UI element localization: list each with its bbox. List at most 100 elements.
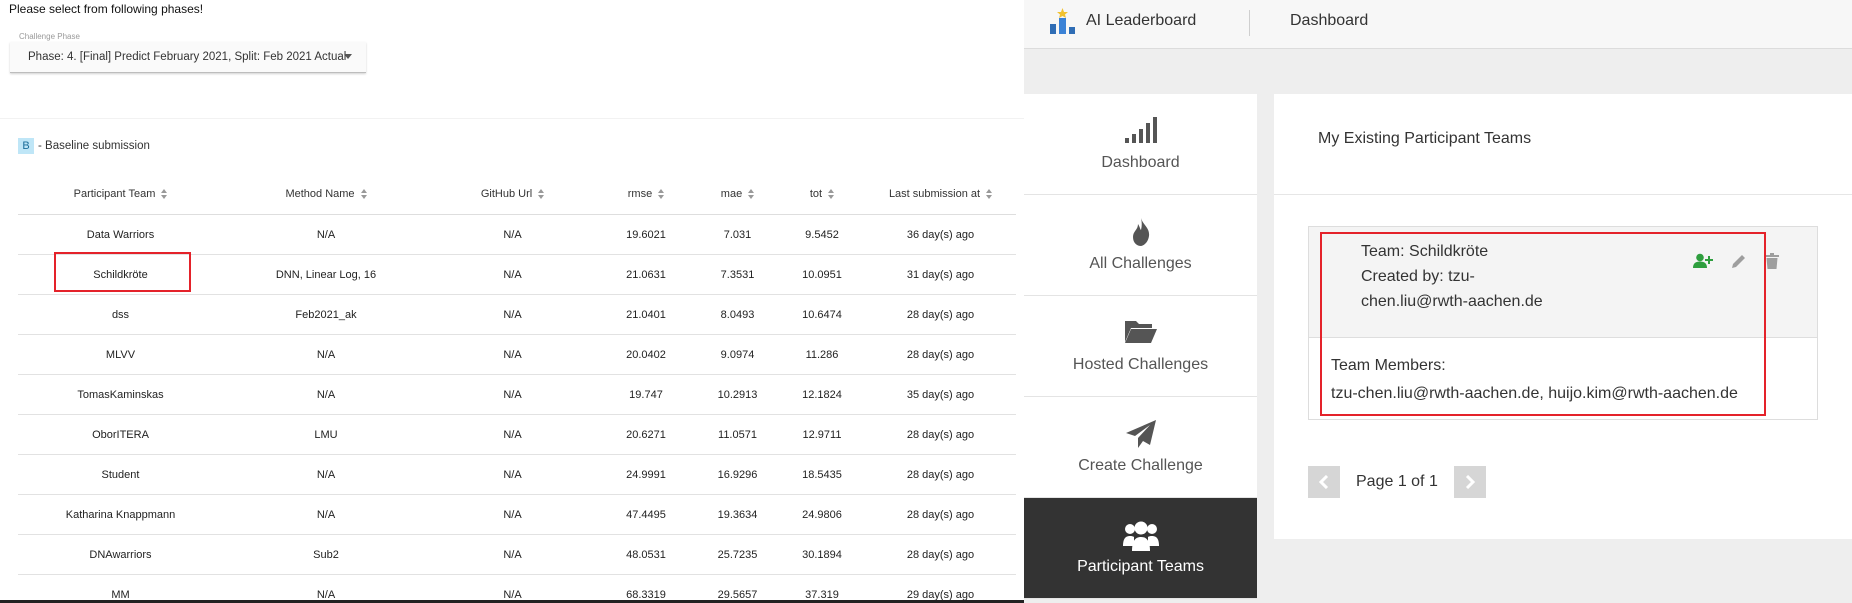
- sidebar: Dashboard All Challenges Hosted Challeng…: [1024, 94, 1257, 599]
- table-cell: 19.747: [596, 374, 696, 415]
- table-cell: 36 day(s) ago: [865, 214, 1016, 255]
- table-cell: 24.9806: [779, 494, 865, 535]
- table-cell: N/A: [429, 374, 596, 415]
- table-cell: 7.031: [696, 214, 779, 255]
- brand-title[interactable]: AI Leaderboard: [1086, 12, 1196, 30]
- phase-select-label: Challenge Phase: [19, 32, 80, 41]
- column-header-label: GitHub Url: [480, 188, 533, 200]
- sidebar-item-label: Dashboard: [1101, 154, 1180, 171]
- col-header-tot[interactable]: tot: [779, 174, 865, 215]
- table-row: Katharina Knappmann N/A N/A 47.4495 19.3634 2…: [18, 494, 1016, 535]
- table-row: Student N/A N/A 24.9991 16.9296 18.5435 28 day…: [18, 454, 1016, 495]
- table-cell: dss: [18, 294, 223, 335]
- folder-open-icon: [1124, 321, 1157, 343]
- column-header-label: rmse: [627, 188, 653, 200]
- table-cell: 29 day(s) ago: [865, 574, 1016, 603]
- table-cell: 47.4495: [596, 494, 696, 535]
- table-cell: 28 day(s) ago: [865, 294, 1016, 335]
- sidebar-item-label: Hosted Challenges: [1072, 356, 1209, 373]
- column-header-label: mae: [720, 188, 743, 200]
- table-cell: 37.319: [779, 574, 865, 603]
- delete-trash-icon[interactable]: [1765, 253, 1779, 269]
- table-cell: 28 day(s) ago: [865, 534, 1016, 575]
- table-row: MLVV N/A N/A 20.0402 9.0974 11.286 28 day(s) a…: [18, 334, 1016, 375]
- table-cell: N/A: [223, 454, 429, 495]
- table-cell: MLVV: [18, 334, 223, 375]
- sort-icon: [161, 189, 168, 200]
- table-cell: 48.0531: [596, 534, 696, 575]
- col-header-participant-team[interactable]: Participant Team: [18, 174, 223, 215]
- leaderboard-panel: Please select from following phases! Cha…: [0, 0, 1024, 603]
- table-cell: 9.5452: [779, 214, 865, 255]
- prev-page-button[interactable]: [1308, 466, 1340, 498]
- highlight-box: [54, 252, 191, 292]
- table-cell: 20.0402: [596, 334, 696, 375]
- table-row: TomasKaminskas N/A N/A 19.747 10.2913 12.1824…: [18, 374, 1016, 415]
- table-row: OborITERA LMU N/A 20.6271 11.0571 12.9711 28 d…: [18, 414, 1016, 455]
- table-cell: 10.0951: [779, 254, 865, 295]
- table-cell: MM: [18, 574, 223, 603]
- table-row: Data Warriors N/A N/A 19.6021 7.031 9.5452 36 …: [18, 214, 1016, 255]
- sidebar-item-hosted-challenges[interactable]: Hosted Challenges: [1024, 296, 1257, 397]
- table-cell: 7.3531: [696, 254, 779, 295]
- leaderboard-table: Participant Team Method Name GitHub Url …: [18, 174, 1016, 603]
- table-cell: DNAwarriors: [18, 534, 223, 575]
- divider: [1249, 10, 1250, 36]
- table-cell: Data Warriors: [18, 214, 223, 255]
- col-header-last-submission[interactable]: Last submission at: [865, 174, 1016, 215]
- table-cell: OborITERA: [18, 414, 223, 455]
- next-page-button[interactable]: [1453, 466, 1486, 498]
- top-nav-dashboard[interactable]: Dashboard: [1290, 12, 1368, 30]
- table-cell: 30.1894: [779, 534, 865, 575]
- col-header-method-name[interactable]: Method Name: [223, 174, 429, 215]
- table-cell: Feb2021_ak: [223, 294, 429, 335]
- sidebar-item-participant-teams[interactable]: Participant Teams: [1024, 498, 1257, 599]
- table-cell: 11.0571: [696, 414, 779, 455]
- page-indicator: Page 1 of 1: [1356, 473, 1438, 490]
- table-cell: 16.9296: [696, 454, 779, 495]
- table-cell: 28 day(s) ago: [865, 414, 1016, 455]
- table-cell: 68.3319: [596, 574, 696, 603]
- sidebar-item-dashboard[interactable]: Dashboard: [1024, 94, 1257, 195]
- table-cell: N/A: [429, 534, 596, 575]
- table-cell: N/A: [429, 494, 596, 535]
- table-cell: LMU: [223, 414, 429, 455]
- sidebar-item-create-challenge[interactable]: Create Challenge: [1024, 397, 1257, 498]
- column-header-label: tot: [809, 188, 823, 200]
- highlight-box: [1320, 232, 1766, 416]
- phase-select[interactable]: Phase: 4. [Final] Predict February 2021,…: [10, 42, 366, 73]
- table-cell: 19.6021: [596, 214, 696, 255]
- table-cell: 20.6271: [596, 414, 696, 455]
- page-title: My Existing Participant Teams: [1318, 130, 1532, 147]
- sort-icon: [360, 189, 367, 200]
- sidebar-item-label: Participant Teams: [1077, 558, 1204, 575]
- phase-select-value: Phase: 4. [Final] Predict February 2021,…: [28, 51, 347, 63]
- table-cell: 21.0401: [596, 294, 696, 335]
- table-cell: N/A: [223, 494, 429, 535]
- paper-plane-icon: [1125, 420, 1156, 448]
- table-cell: N/A: [429, 334, 596, 375]
- col-header-mae[interactable]: mae: [696, 174, 779, 215]
- table-row: MM N/A N/A 68.3319 29.5657 37.319 29 day(s) ag…: [18, 574, 1016, 603]
- column-header-label: Participant Team: [73, 188, 156, 200]
- table-cell: 28 day(s) ago: [865, 334, 1016, 375]
- phase-prompt: Please select from following phases!: [9, 2, 204, 16]
- table-cell: N/A: [223, 334, 429, 375]
- sort-icon: [538, 189, 545, 200]
- table-cell: 10.6474: [779, 294, 865, 335]
- divider: [0, 118, 1024, 119]
- flame-icon: [1132, 218, 1149, 246]
- table-cell: 10.2913: [696, 374, 779, 415]
- table-cell: 12.1824: [779, 374, 865, 415]
- sort-icon: [748, 189, 755, 200]
- table-cell: 24.9991: [596, 454, 696, 495]
- table-cell: N/A: [223, 574, 429, 603]
- col-header-github-url[interactable]: GitHub Url: [429, 174, 596, 215]
- users-icon: [1122, 521, 1159, 551]
- sort-icon: [986, 189, 993, 200]
- table-cell: 25.7235: [696, 534, 779, 575]
- col-header-rmse[interactable]: rmse: [596, 174, 696, 215]
- sidebar-item-all-challenges[interactable]: All Challenges: [1024, 195, 1257, 296]
- baseline-text: - Baseline submission: [38, 140, 150, 152]
- table-cell: N/A: [429, 414, 596, 455]
